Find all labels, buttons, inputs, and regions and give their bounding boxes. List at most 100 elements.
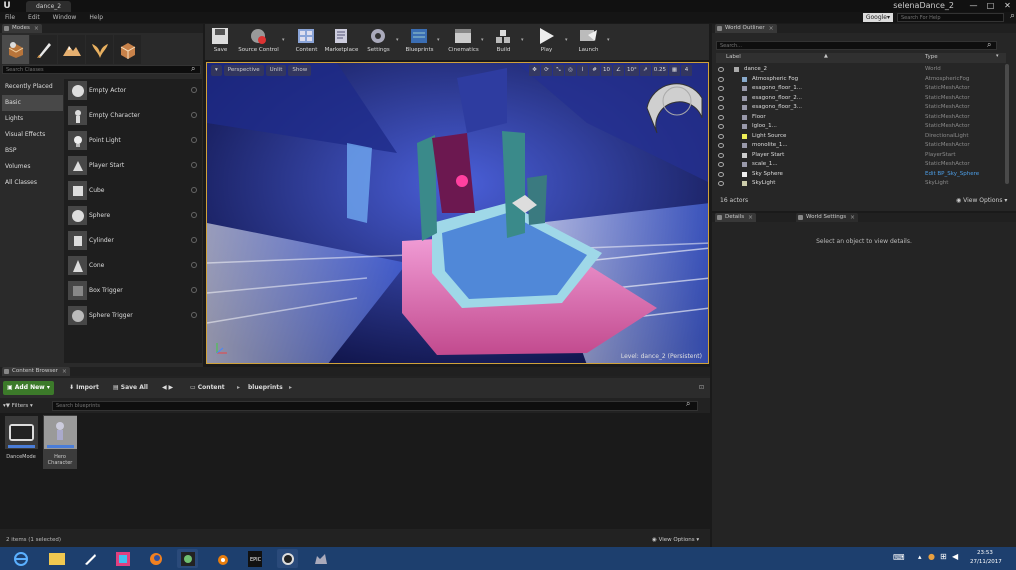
unreal-editor-taskbar-icon[interactable] xyxy=(277,549,298,568)
clock-time[interactable]: 23:53 xyxy=(977,550,993,556)
chevron-down-icon[interactable]: ▾ xyxy=(521,37,524,43)
actor-sphere[interactable]: Sphere xyxy=(64,204,202,229)
marketplace-button[interactable]: Marketplace xyxy=(324,26,359,58)
actor-sphere-trigger[interactable]: Sphere Trigger xyxy=(64,304,202,329)
info-icon[interactable] xyxy=(191,112,197,118)
outliner-row[interactable]: esagono_floor_3... StaticMeshActor xyxy=(716,103,1006,113)
tab-content-browser[interactable]: Content Browser × xyxy=(2,367,70,376)
info-icon[interactable] xyxy=(191,262,197,268)
menu-help[interactable]: Help xyxy=(89,12,103,23)
actor-cylinder[interactable]: Cylinder xyxy=(64,229,202,254)
camera-speed-icon[interactable]: ▦ xyxy=(669,65,680,76)
settings-button[interactable]: Settings xyxy=(361,26,396,58)
tab-world-settings[interactable]: World Settings × xyxy=(796,213,859,222)
show-dropdown[interactable]: Show xyxy=(288,65,312,76)
eye-icon[interactable] xyxy=(718,67,724,72)
tray-arrow-icon[interactable]: ▴ xyxy=(918,553,922,561)
actor-box-trigger[interactable]: Box Trigger xyxy=(64,279,202,304)
category-lights[interactable]: Lights xyxy=(2,111,63,127)
chevron-down-icon[interactable]: ▾ xyxy=(996,53,999,59)
filters-button[interactable]: ▾▼ Filters ▾ xyxy=(3,401,33,411)
firefox-icon[interactable] xyxy=(145,549,166,568)
view-mode-dropdown[interactable]: Unlit xyxy=(265,65,287,76)
asset-search-input[interactable] xyxy=(52,401,698,411)
scale-snap-value[interactable]: 0.25 xyxy=(651,65,668,76)
edit-blueprint-link[interactable]: Edit BP_Sky_Sphere xyxy=(925,170,979,180)
outliner-row[interactable]: Sky Sphere Edit BP_Sky_Sphere xyxy=(716,170,1006,180)
source-control-button[interactable]: Source Control xyxy=(238,26,279,58)
outliner-row[interactable]: Igloo_1... StaticMeshActor xyxy=(716,122,1006,132)
rotation-snap-value[interactable]: 10° xyxy=(625,65,639,76)
col-label-header[interactable]: Label xyxy=(726,54,741,60)
build-button[interactable]: Build xyxy=(486,26,521,58)
search-icon[interactable]: ⌕ xyxy=(686,399,690,409)
outliner-row[interactable]: esagono_floor_1... StaticMeshActor xyxy=(716,84,1006,94)
play-button[interactable]: Play xyxy=(529,26,564,58)
surface-snap-icon[interactable]: ⌇ xyxy=(577,65,588,76)
level-viewport[interactable]: ▾ Perspective Unlit Show ✥ ⟳ ⤡ ◎ ⌇ # 10 … xyxy=(206,62,709,364)
rotation-snap-icon[interactable]: ∠ xyxy=(613,65,624,76)
menu-edit[interactable]: Edit xyxy=(28,12,40,23)
perspective-dropdown[interactable]: Perspective xyxy=(223,65,264,76)
minimize-button[interactable]: — xyxy=(965,0,982,12)
blender-icon[interactable] xyxy=(211,549,232,568)
eye-icon[interactable] xyxy=(718,133,724,139)
import-button[interactable]: ⬇ Import xyxy=(65,381,103,395)
pen-app-icon[interactable] xyxy=(79,549,100,568)
eye-icon[interactable] xyxy=(718,124,724,129)
grid-snap-icon[interactable]: # xyxy=(589,65,600,76)
eye-icon[interactable] xyxy=(718,95,724,101)
search-icon[interactable]: ⌕ xyxy=(1010,11,1015,21)
outliner-row[interactable]: Player Start PlayerStart xyxy=(716,151,1006,161)
geometry-mode-icon[interactable] xyxy=(114,35,141,64)
info-icon[interactable] xyxy=(191,312,197,318)
outliner-row[interactable]: Light Source DirectionalLight xyxy=(716,132,1006,142)
eye-icon[interactable] xyxy=(718,114,724,120)
eye-icon[interactable] xyxy=(718,152,724,158)
foliage-mode-icon[interactable] xyxy=(86,35,113,64)
view-options-button[interactable]: ◉ View Options ▾ xyxy=(652,537,699,543)
epic-launcher-icon[interactable]: EPIC xyxy=(244,549,265,568)
category-recently-placed[interactable]: Recently Placed xyxy=(2,79,63,95)
path-blueprints[interactable]: blueprints xyxy=(244,381,287,395)
unreal-logo-icon[interactable]: U xyxy=(2,1,12,11)
network-icon[interactable]: ⊞ xyxy=(940,552,947,561)
info-icon[interactable] xyxy=(191,87,197,93)
actor-empty-character[interactable]: Empty Character xyxy=(64,104,202,129)
chevron-down-icon[interactable]: ▾ xyxy=(481,37,484,43)
eye-icon[interactable] xyxy=(718,105,724,110)
outliner-row[interactable]: SkyLight SkyLight xyxy=(716,179,1006,189)
outliner-view-options-button[interactable]: ◉ View Options ▾ xyxy=(956,197,1007,204)
outliner-row[interactable]: scale_1... StaticMeshActor xyxy=(716,160,1006,170)
class-search-input[interactable] xyxy=(2,65,201,74)
info-icon[interactable] xyxy=(191,137,197,143)
cinematics-button[interactable]: Cinematics xyxy=(446,26,481,58)
eye-icon[interactable] xyxy=(718,171,724,177)
eye-icon[interactable] xyxy=(718,86,724,91)
cat-app-icon[interactable] xyxy=(310,549,331,568)
search-provider-dropdown[interactable]: Google▾ xyxy=(862,13,893,22)
camera-speed-value[interactable]: 4 xyxy=(681,65,692,76)
content-button[interactable]: Content xyxy=(289,26,324,58)
info-icon[interactable] xyxy=(191,212,197,218)
file-explorer-icon[interactable] xyxy=(46,549,67,568)
history-nav[interactable]: ◀ ▶ xyxy=(158,381,177,395)
media-app-icon[interactable] xyxy=(112,549,133,568)
grid-snap-value[interactable]: 10 xyxy=(601,65,612,76)
eye-icon[interactable] xyxy=(718,162,724,167)
search-icon[interactable]: ⌕ xyxy=(987,40,991,50)
chevron-down-icon[interactable]: ▾ xyxy=(565,37,568,43)
add-new-button[interactable]: ▣ Add New ▾ xyxy=(3,381,54,395)
category-volumes[interactable]: Volumes xyxy=(2,159,63,175)
chevron-down-icon[interactable]: ▾ xyxy=(396,37,399,43)
eye-icon[interactable] xyxy=(718,143,724,148)
tab-modes[interactable]: Modes × xyxy=(2,24,42,33)
level-tab[interactable]: dance_2 xyxy=(26,1,72,12)
category-all-classes[interactable]: All Classes xyxy=(2,175,63,191)
info-icon[interactable] xyxy=(191,237,197,243)
viewport-options-dropdown[interactable]: ▾ xyxy=(211,65,222,76)
chevron-down-icon[interactable]: ▾ xyxy=(282,37,285,43)
category-basic[interactable]: Basic xyxy=(2,95,63,111)
outliner-row[interactable]: monolite_1... StaticMeshActor xyxy=(716,141,1006,151)
chevron-down-icon[interactable]: ▾ xyxy=(437,37,440,43)
